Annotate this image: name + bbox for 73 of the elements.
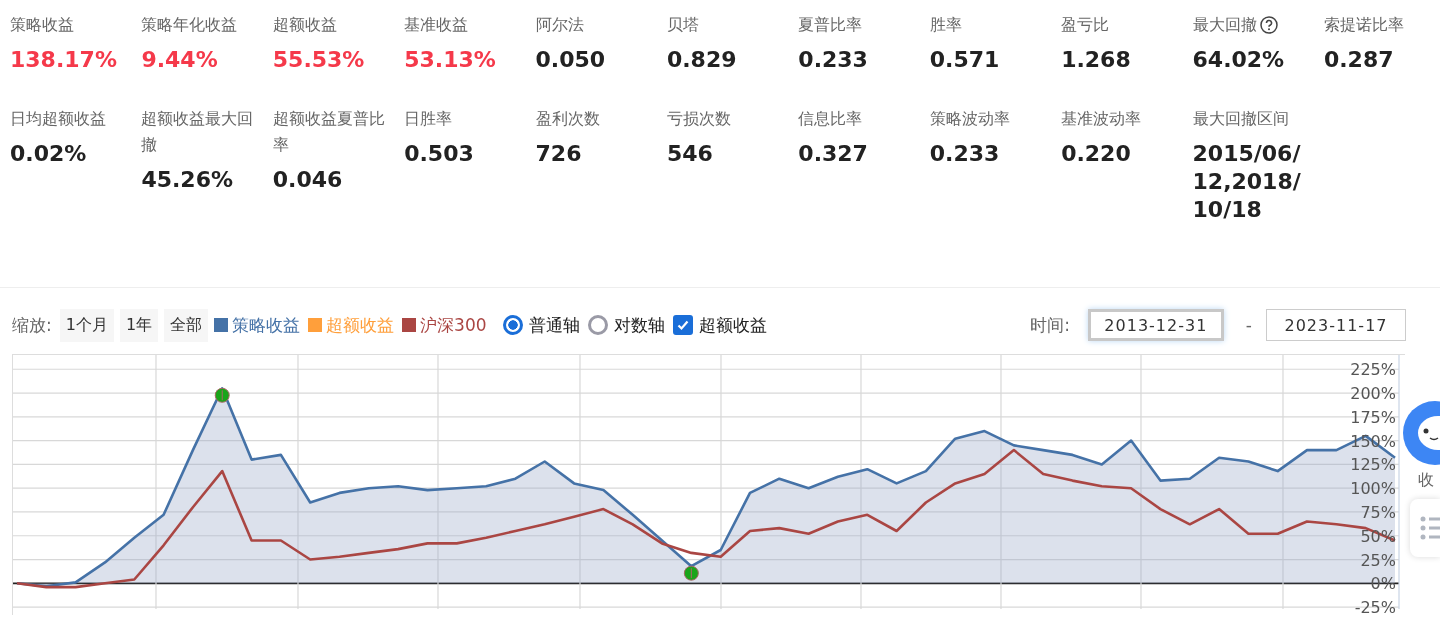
metric-label: 超额收益最大回撤: [141, 108, 255, 156]
list-icon: [1420, 515, 1440, 541]
check-icon: [675, 318, 690, 332]
metric-label: 胜率: [929, 14, 962, 36]
metric-label: 超额收益夏普比率: [272, 108, 386, 156]
metric-label: 策略收益: [10, 14, 74, 36]
range-separator: -: [1245, 315, 1252, 335]
collapse-label[interactable]: 收: [1418, 470, 1440, 491]
metric-label: 基准收益: [404, 14, 469, 36]
radio-button[interactable]: [587, 315, 608, 335]
metric-label: 最大回撤区间: [1192, 108, 1289, 130]
metric-value: 0.829: [666, 46, 738, 74]
assistant-icon[interactable]: [1402, 400, 1440, 466]
axis-tick-label: 25%: [1360, 550, 1396, 570]
option-label: 对数轴: [613, 313, 665, 337]
zoom-label: 缩放:: [12, 313, 52, 337]
axis-tick-label: 125%: [1350, 455, 1396, 475]
metric-value: 0.220: [1061, 140, 1132, 168]
metric-label: 超额收益: [272, 14, 337, 36]
metric-value: 0.503: [404, 140, 475, 168]
axis-tick-label: 200%: [1350, 384, 1396, 404]
metric-value: 55.53%: [272, 46, 366, 74]
checkbox[interactable]: [672, 315, 693, 335]
metric-value: 64.02%: [1192, 46, 1286, 74]
metric-value: 0.287: [1323, 46, 1395, 74]
axis-tick-label: 225%: [1350, 360, 1396, 380]
metric-label: 策略波动率: [929, 108, 1010, 130]
metric-value: 1.268: [1061, 46, 1132, 74]
metric-value: 726: [535, 140, 583, 168]
metric-value: 0.571: [929, 46, 1001, 74]
axis-tick-label: 100%: [1350, 479, 1396, 499]
metric-label: 阿尔法: [535, 14, 584, 36]
metric-value: 0.046: [272, 166, 344, 194]
metric-value: 0.233: [798, 46, 869, 74]
help-icon[interactable]: [1259, 16, 1278, 34]
metric-value: 45.26%: [141, 166, 235, 194]
metric-value: 0.327: [798, 140, 869, 168]
metric-label: 亏损次数: [666, 108, 731, 130]
drawdown-marker-icon: [683, 565, 699, 581]
zoom-button[interactable]: 全部: [164, 308, 209, 342]
metric-value: 0.233: [929, 140, 1001, 168]
legend-label[interactable]: 策略收益: [232, 313, 301, 337]
metric-value: 0.02%: [10, 140, 88, 168]
metric-label: 最大回撤: [1192, 14, 1257, 36]
zoom-button[interactable]: 1个月: [59, 308, 114, 342]
metric-label: 日均超额收益: [10, 108, 106, 130]
metric-label: 盈亏比: [1061, 14, 1110, 36]
metric-value: 546: [666, 140, 714, 168]
metric-label: 信息比率: [798, 108, 863, 130]
metric-value: 2015/06/12,2018/10/18: [1192, 140, 1302, 224]
axis-tick-label: 175%: [1350, 407, 1396, 427]
metric-label: 基准波动率: [1061, 108, 1142, 130]
metric-value: 9.44%: [141, 46, 219, 74]
metric-value: 0.050: [535, 46, 607, 74]
metric-label: 策略年化收益: [141, 14, 238, 36]
metric-label: 日胜率: [404, 108, 453, 130]
option-label: 普通轴: [528, 313, 580, 337]
end-date-field[interactable]: 2023-11-17: [1266, 309, 1406, 341]
metric-label: 索提诺比率: [1323, 14, 1404, 36]
metric-label: 贝塔: [666, 14, 699, 36]
radio-button[interactable]: [502, 315, 523, 335]
legend-label[interactable]: 沪深300: [420, 313, 487, 337]
start-date-field[interactable]: 2013-12-31: [1087, 309, 1224, 341]
axis-tick-label: -25%: [1354, 598, 1396, 615]
axis-tick-label: 75%: [1360, 502, 1396, 522]
option-label: 超额收益: [698, 313, 767, 337]
metric-label: 盈利次数: [535, 108, 600, 130]
metric-value: 138.17%: [10, 46, 118, 74]
zoom-button[interactable]: 1年: [119, 308, 159, 342]
metric-label: 夏普比率: [798, 14, 863, 36]
drawdown-marker-icon: [214, 387, 230, 403]
time-label: 时间:: [1030, 313, 1070, 337]
metric-value: 53.13%: [404, 46, 497, 74]
